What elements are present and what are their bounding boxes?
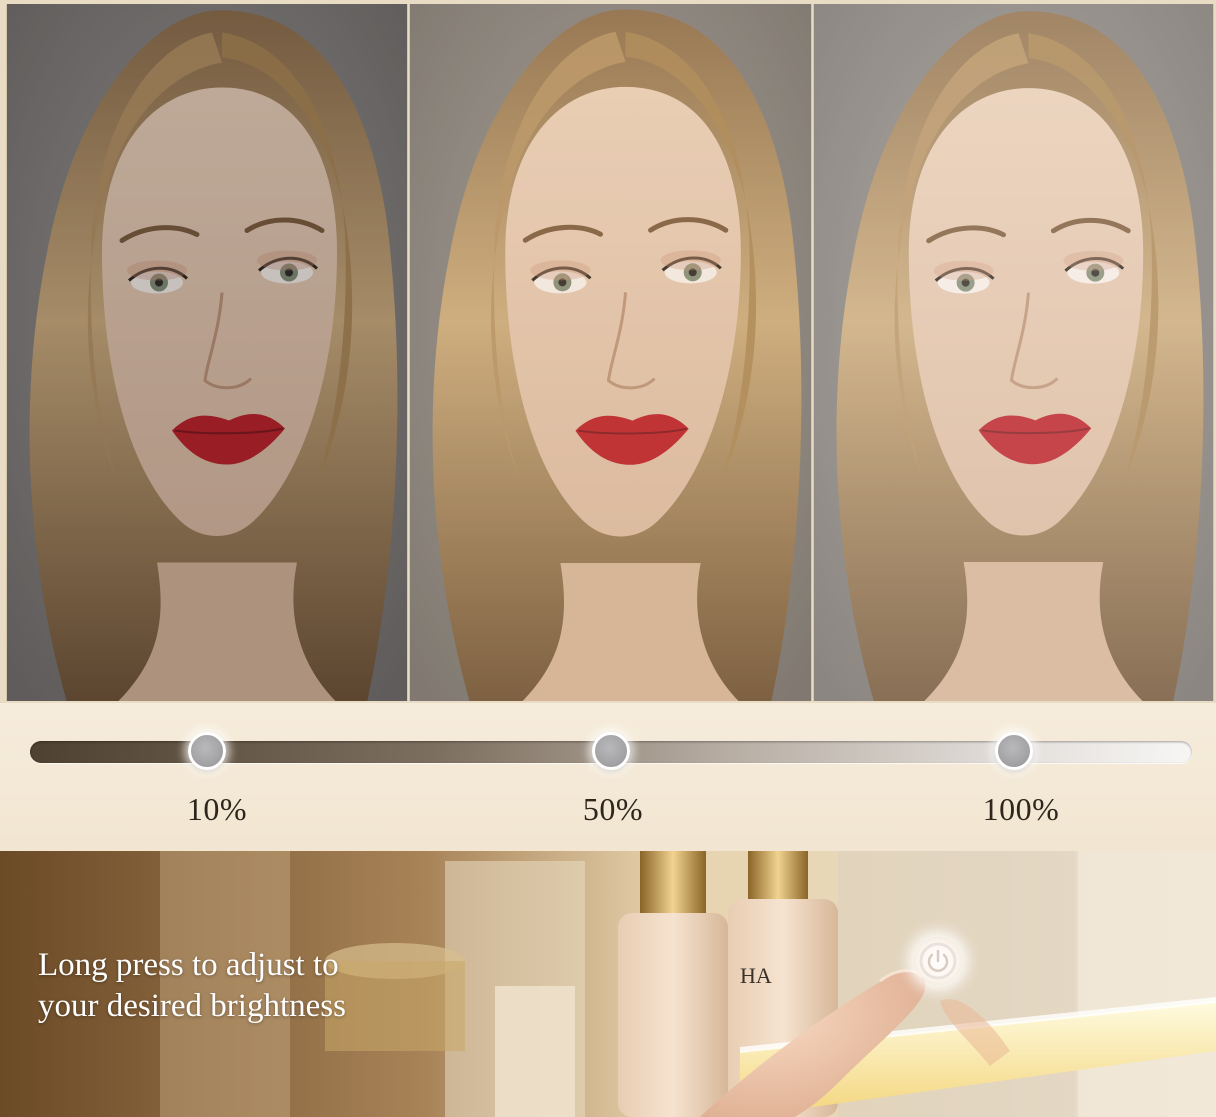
caption-line-1: Long press to adjust to [38,947,339,983]
instruction-caption: Long press to adjust to your desired bri… [38,945,458,1027]
slider-knob-100[interactable] [995,732,1033,770]
slider-knob-10[interactable] [188,732,226,770]
bottle-lettering: HA [740,963,772,988]
slider-knob-50[interactable] [592,732,630,770]
touch-control-scene: HA Long press to adjust to your desired … [0,851,1216,1117]
brightness-slider-band: 10% 50% 100% [0,703,1216,851]
level-label-50: 50% [582,791,644,827]
brightness-comparison-panels [0,0,1216,703]
caption-line-2: your desired brightness [38,988,346,1024]
level-label-10: 10% [186,791,248,827]
power-icon [919,942,957,980]
level-label-100: 100% [982,791,1060,827]
portrait-10-percent [6,4,408,701]
portrait-100-percent [813,4,1214,701]
touch-power-button[interactable] [914,937,962,985]
portrait-50-percent [409,4,812,701]
